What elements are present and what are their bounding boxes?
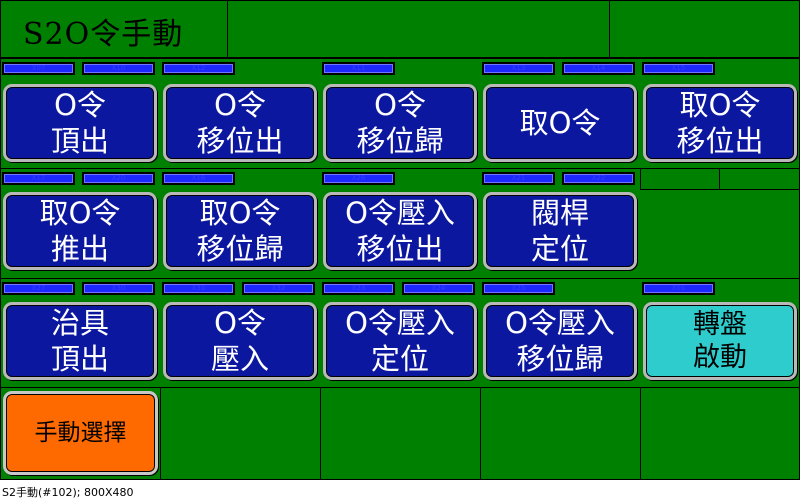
- io-tag-x31: X31: [162, 282, 235, 295]
- valve-stem-position-button[interactable]: 閥桿 定位: [483, 192, 637, 270]
- io-tag-x01: X01: [642, 282, 715, 295]
- title-bar: S2O令手動: [0, 0, 228, 58]
- io-tag-x12: X12: [162, 62, 235, 75]
- button-label-line: 壓入: [210, 342, 269, 376]
- grid-sep-a: [640, 168, 720, 190]
- io-tag-x20: X20: [82, 172, 155, 185]
- io-tag-x17: X17: [2, 172, 75, 185]
- io-tag-x10: X10: [82, 62, 155, 75]
- io-tag-x14: X14: [562, 62, 635, 75]
- io-tag-x30: X30: [82, 282, 155, 295]
- io-tag-x26: X26: [322, 172, 395, 185]
- hmi-screen: S2O令手動 X07 X10 X12 X11 X13 X14 X15 O令 頂出 …: [0, 0, 800, 480]
- button-label-line: 啟動: [693, 342, 747, 373]
- button-label-line: 移位出: [356, 232, 444, 266]
- o-ring-press-position-button[interactable]: O令壓入 定位: [323, 302, 477, 380]
- button-label-line: 定位: [530, 232, 589, 266]
- button-label-line: 治具: [50, 306, 109, 340]
- button-label-line: 移位歸: [356, 124, 444, 158]
- io-tag-x24: X24: [402, 282, 475, 295]
- button-label-line: O令: [374, 88, 426, 122]
- button-label-line: 取O令: [199, 196, 281, 230]
- button-label-line: 頂出: [50, 124, 109, 158]
- o-ring-shift-return-button[interactable]: O令 移位歸: [323, 84, 477, 162]
- io-tag-x15: X15: [642, 62, 715, 75]
- o-ring-press-shift-out-button[interactable]: O令壓入 移位出: [323, 192, 477, 270]
- title-bar-panel-3: [609, 0, 800, 58]
- button-label-line: 移位歸: [516, 342, 604, 376]
- button-label-line: O令壓入: [505, 306, 615, 340]
- io-tag-x22: X22: [562, 172, 635, 185]
- grid-col-2: [160, 387, 321, 480]
- button-label-line: 移位出: [196, 124, 284, 158]
- grid-col-5: [640, 387, 800, 480]
- turntable-start-button[interactable]: 轉盤 啟動: [643, 302, 797, 380]
- io-tag-x32: X32: [242, 282, 315, 295]
- o-ring-press-shift-return-button[interactable]: O令壓入 移位歸: [483, 302, 637, 380]
- button-label-line: O令: [54, 88, 106, 122]
- button-label-line: O令: [214, 88, 266, 122]
- button-label-line: 移位歸: [196, 232, 284, 266]
- manual-select-button[interactable]: 手動選擇: [3, 391, 158, 475]
- grid-sep-b: [719, 168, 800, 190]
- io-tag-x21: X21: [482, 172, 555, 185]
- io-tag-x11: X11: [322, 62, 395, 75]
- title-bar-panel-2: [227, 0, 610, 58]
- button-label-line: O令壓入: [345, 196, 455, 230]
- io-tag-x13: X13: [482, 62, 555, 75]
- take-o-ring-shift-out-button[interactable]: 取O令 移位出: [643, 84, 797, 162]
- button-label-line: 取O令: [679, 88, 761, 122]
- button-label-line: 推出: [50, 232, 109, 266]
- button-label-line: 移位出: [676, 124, 764, 158]
- o-ring-eject-button[interactable]: O令 頂出: [3, 84, 157, 162]
- button-label-line: 定位: [370, 342, 429, 376]
- page-title: S2O令手動: [23, 17, 184, 52]
- io-tag-x23: X23: [322, 282, 395, 295]
- io-tag-x16: X16: [162, 172, 235, 185]
- button-label-line: 頂出: [50, 342, 109, 376]
- grid-col-3: [320, 387, 481, 480]
- status-bar: S2手動(#102); 800X480: [2, 486, 134, 499]
- io-tag-x27: X27: [2, 282, 75, 295]
- io-tag-x25: X25: [482, 282, 555, 295]
- button-label-line: 閥桿: [530, 196, 589, 230]
- button-label-line: O令: [214, 306, 266, 340]
- button-label-line: O令壓入: [345, 306, 455, 340]
- button-label-line: 轉盤: [693, 309, 747, 340]
- take-o-ring-shift-return-button[interactable]: 取O令 移位歸: [163, 192, 317, 270]
- button-label-line: 取O令: [39, 196, 121, 230]
- io-tag-x07: X07: [2, 62, 75, 75]
- take-o-ring-button[interactable]: 取O令: [483, 84, 637, 162]
- take-o-ring-push-out-button[interactable]: 取O令 推出: [3, 192, 157, 270]
- o-ring-shift-out-button[interactable]: O令 移位出: [163, 84, 317, 162]
- o-ring-press-button[interactable]: O令 壓入: [163, 302, 317, 380]
- grid-col-4: [480, 387, 641, 480]
- fixture-eject-button[interactable]: 治具 頂出: [3, 302, 157, 380]
